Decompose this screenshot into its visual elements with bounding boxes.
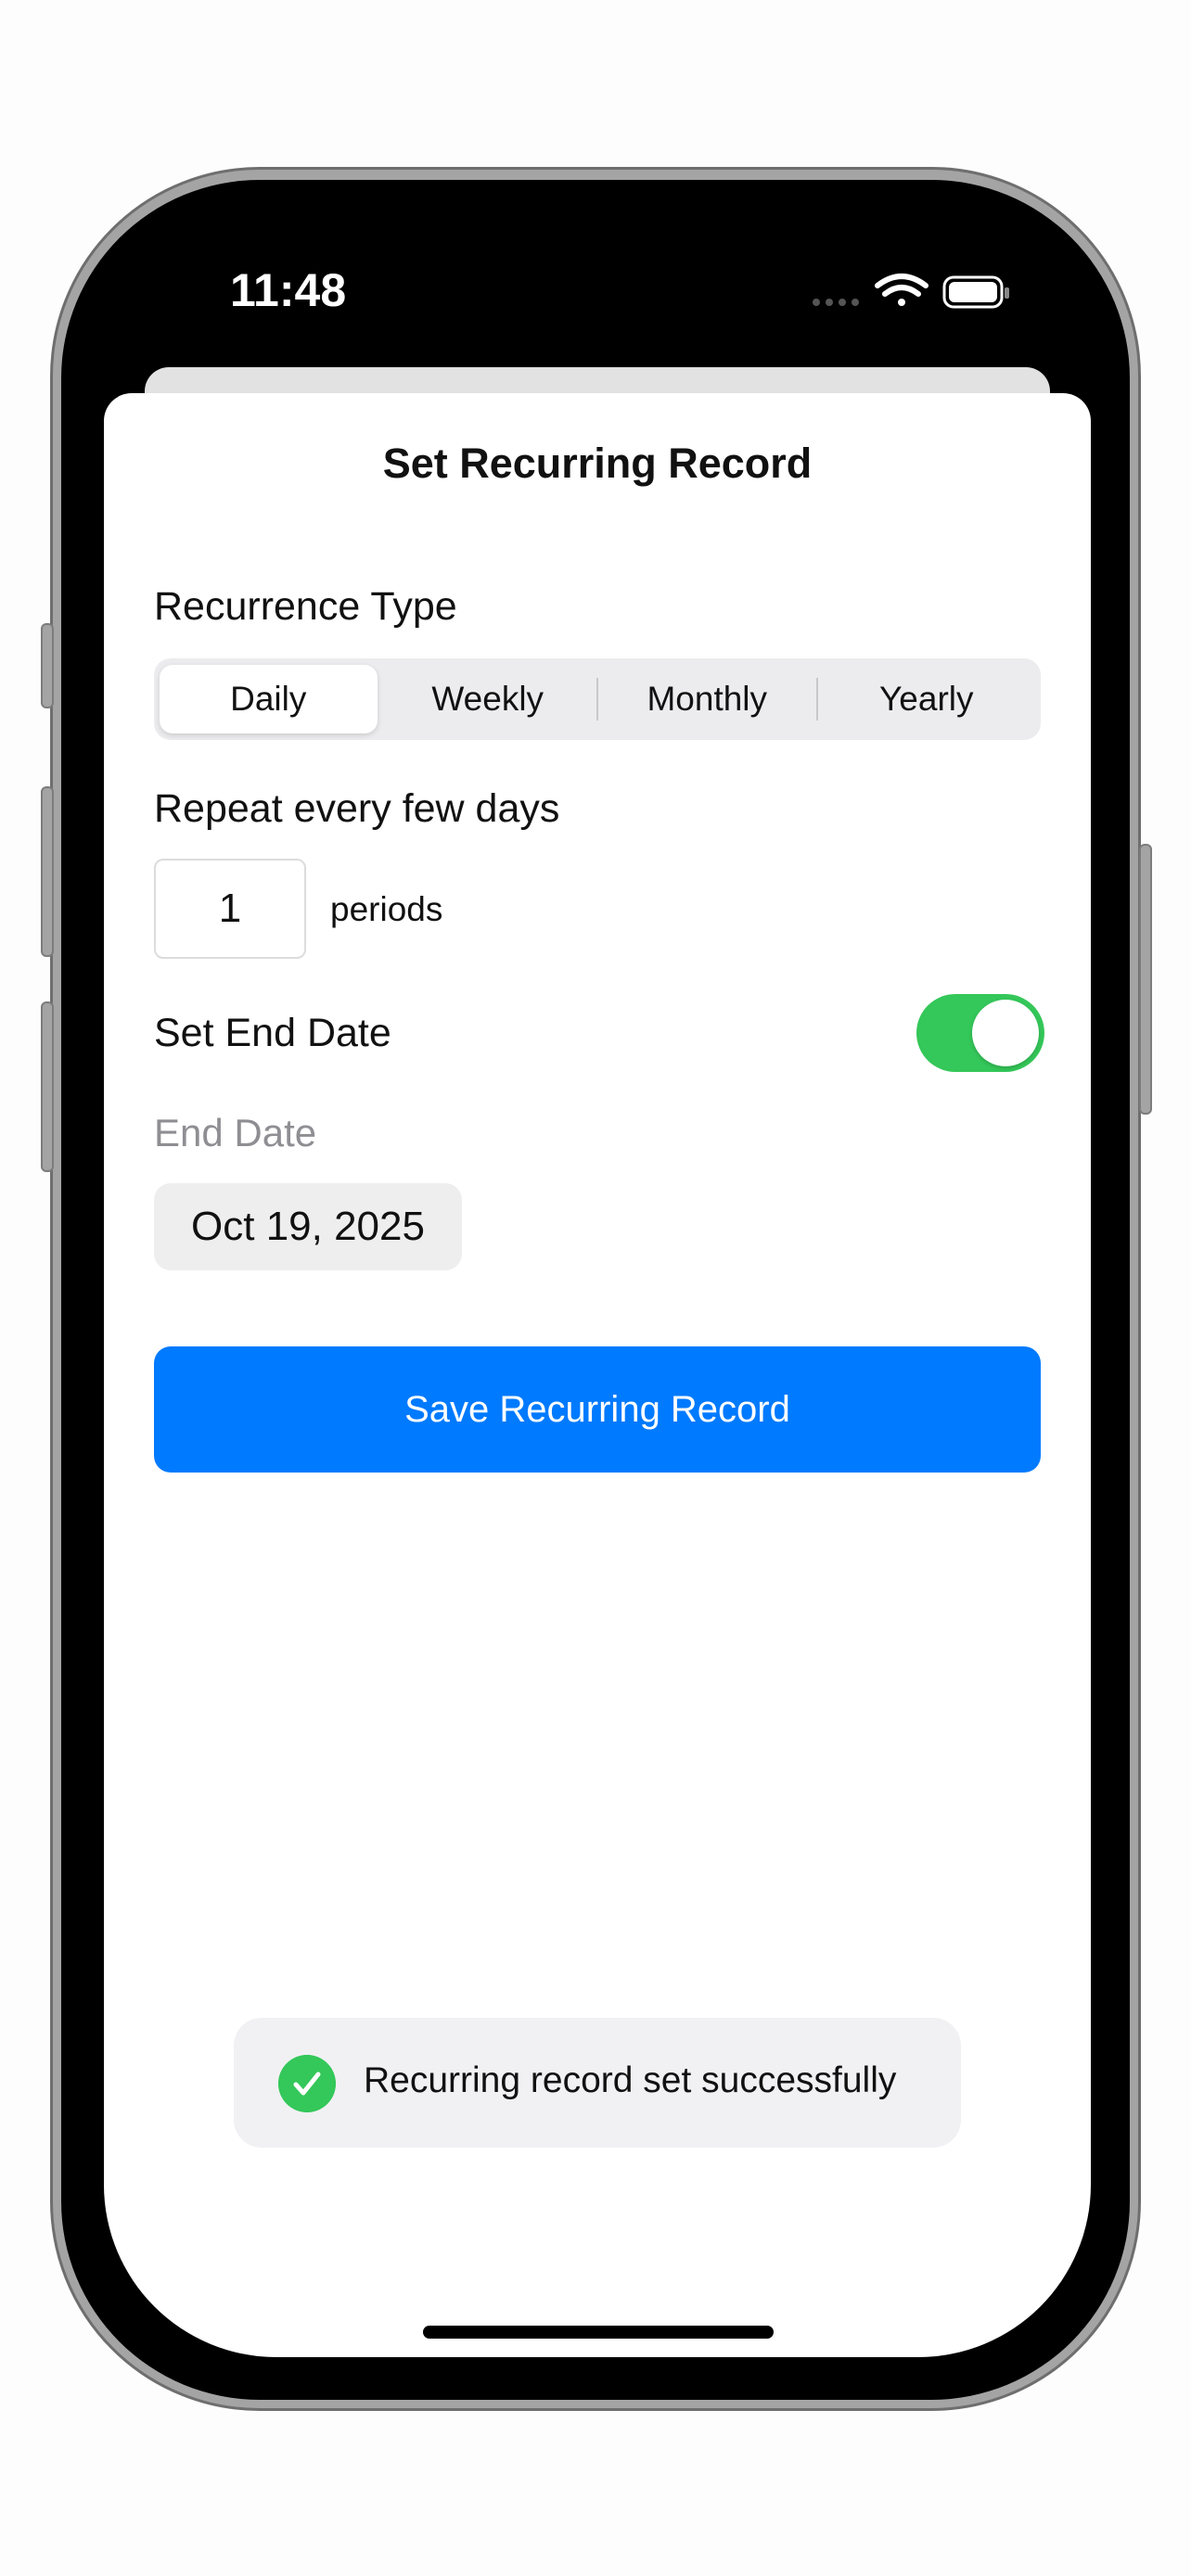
recurrence-type-label: Recurrence Type — [154, 584, 457, 629]
wifi-icon — [875, 274, 928, 306]
toast-message: Recurring record set successfully — [364, 2060, 897, 2100]
status-icons — [813, 274, 1009, 309]
save-recurring-record-button[interactable]: Save Recurring Record — [154, 1346, 1041, 1473]
segment-weekly[interactable]: Weekly — [379, 665, 597, 733]
success-toast: Recurring record set successfully — [234, 2018, 961, 2148]
end-date-toggle[interactable] — [916, 994, 1044, 1072]
power-button — [1139, 844, 1152, 1115]
toggle-knob — [972, 1000, 1039, 1066]
recurring-record-sheet: Set Recurring Record Recurrence Type Dai… — [104, 393, 1091, 2357]
periods-label: periods — [330, 890, 443, 928]
repeat-interval-label: Repeat every few days — [154, 786, 560, 831]
segment-yearly[interactable]: Yearly — [818, 665, 1036, 733]
mute-switch — [41, 623, 54, 708]
end-date-label: End Date — [154, 1111, 317, 1154]
volume-down-button — [41, 1001, 54, 1172]
page-title: Set Recurring Record — [382, 440, 813, 487]
volume-up-button — [41, 786, 54, 957]
signal-dots-icon — [813, 299, 859, 306]
status-time: 11:48 — [230, 264, 347, 316]
checkmark-circle-icon — [278, 2055, 336, 2112]
segment-daily[interactable]: Daily — [160, 665, 378, 733]
repeat-interval-input[interactable]: 1 — [154, 859, 306, 959]
set-end-date-label: Set End Date — [154, 1011, 391, 1055]
home-indicator — [423, 2326, 774, 2339]
recurrence-type-segmented-control: Daily Weekly Monthly Yearly — [154, 658, 1041, 740]
battery-icon — [942, 275, 1009, 309]
end-date-picker[interactable]: Oct 19, 2025 — [154, 1183, 462, 1270]
segment-monthly[interactable]: Monthly — [598, 665, 816, 733]
